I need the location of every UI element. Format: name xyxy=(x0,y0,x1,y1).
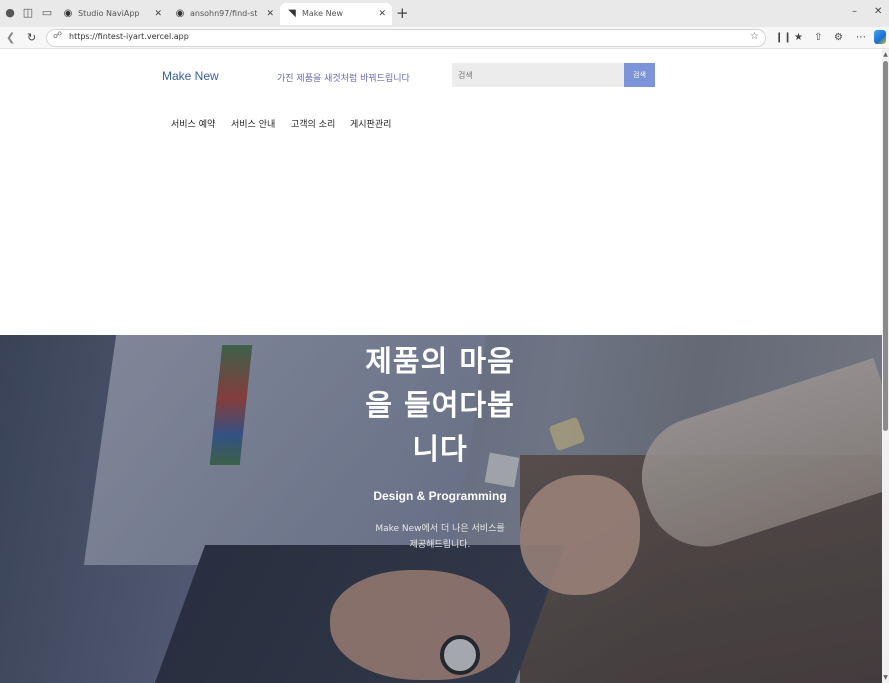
web-page: Make New 가진 제품을 새것처럼 바꿔드립니다 검색 서비스 예약 서비… xyxy=(0,49,882,683)
scroll-down-icon[interactable]: ▼ xyxy=(882,674,889,681)
tab-2[interactable]: ◉ ansohn97/find-st ✕ xyxy=(168,3,280,25)
hero-title: 제품의 마음 을 들여다봅 니다 xyxy=(355,339,525,471)
hero-title-line: 니다 xyxy=(412,432,468,466)
scrollbar-thumb[interactable] xyxy=(883,61,888,431)
favorite-star-icon[interactable]: ☆ xyxy=(750,31,759,42)
url-field[interactable]: ☍ https://fintest-iyart.vercel.app ☆ xyxy=(46,29,766,47)
more-menu-icon[interactable]: ⋯ xyxy=(856,31,866,45)
tab-3-title: Make New xyxy=(302,9,344,18)
menu-item-customer-voice[interactable]: 고객의 소리 xyxy=(291,117,335,130)
extensions-icon[interactable]: ⚙ xyxy=(834,31,843,45)
menu-item-board-admin[interactable]: 게시판관리 xyxy=(350,117,391,130)
hero-subtitle: Design & Programming xyxy=(373,489,507,503)
tab-3-close-icon[interactable]: ✕ xyxy=(378,3,386,25)
tab-3-active[interactable]: ◥ Make New ✕ xyxy=(280,3,392,25)
page-scrollbar[interactable]: ▲ ▼ xyxy=(882,49,889,683)
tab-1[interactable]: ◉ Studio NaviApp ✕ xyxy=(56,3,168,25)
favorites-icon[interactable]: ★ xyxy=(794,31,803,45)
tab-2-title: ansohn97/find-st xyxy=(190,9,258,18)
hero-description: Make New에서 더 나은 서비스를 제공해드립니다. xyxy=(360,521,520,553)
browser-window: ● ◫ ▭ ◉ Studio NaviApp ✕ ◉ ansohn97/find… xyxy=(0,0,889,683)
split-screen-icon[interactable]: ❙❙ xyxy=(775,31,792,45)
collections-icon[interactable]: ⇧ xyxy=(814,31,822,45)
github-icon: ◉ xyxy=(175,8,185,19)
refresh-icon[interactable]: ↻ xyxy=(27,30,36,46)
close-window-icon[interactable]: ✕ xyxy=(874,6,882,17)
workspaces-icon[interactable]: ◫ xyxy=(21,6,35,20)
tab-1-favicon-icon: ◉ xyxy=(63,8,73,19)
address-bar-row: ❮ ↻ ☍ https://fintest-iyart.vercel.app ☆… xyxy=(0,27,889,49)
menu-item-reservation[interactable]: 서비스 예약 xyxy=(171,117,215,130)
hero-banner: 제품의 마음 을 들여다봅 니다 Design & Programming Ma… xyxy=(0,335,882,683)
minimize-icon[interactable]: – xyxy=(852,6,857,17)
lock-icon[interactable]: ☍ xyxy=(53,31,62,41)
back-icon[interactable]: ❮ xyxy=(6,30,15,46)
tab-actions-icon[interactable]: ▭ xyxy=(40,6,54,20)
site-logo[interactable]: Make New xyxy=(162,69,219,83)
hero-title-line: 을 들여다봅 xyxy=(365,388,515,422)
tab-1-close-icon[interactable]: ✕ xyxy=(154,3,162,25)
new-tab-icon[interactable]: + xyxy=(396,4,409,22)
copilot-icon[interactable] xyxy=(874,30,886,44)
profile-icon[interactable]: ● xyxy=(3,6,17,20)
search-button[interactable]: 검색 xyxy=(624,63,655,87)
tab-2-close-icon[interactable]: ✕ xyxy=(266,3,274,25)
search-input[interactable] xyxy=(452,63,624,87)
tab-1-title: Studio NaviApp xyxy=(78,9,140,18)
hero-desc-line: 제공해드립니다. xyxy=(409,540,471,550)
scroll-up-icon[interactable]: ▲ xyxy=(882,51,889,58)
tab-3-favicon-icon: ◥ xyxy=(288,8,296,19)
hero-title-line: 제품의 마음 xyxy=(365,344,515,378)
tab-strip: ● ◫ ▭ ◉ Studio NaviApp ✕ ◉ ansohn97/find… xyxy=(0,0,889,27)
hero-desc-line: Make New에서 더 나은 서비스를 xyxy=(375,524,505,534)
site-slogan: 가진 제품을 새것처럼 바꿔드립니다 xyxy=(277,74,410,84)
menu-item-service-info[interactable]: 서비스 안내 xyxy=(231,117,275,130)
url-text: https://fintest-iyart.vercel.app xyxy=(69,32,189,41)
